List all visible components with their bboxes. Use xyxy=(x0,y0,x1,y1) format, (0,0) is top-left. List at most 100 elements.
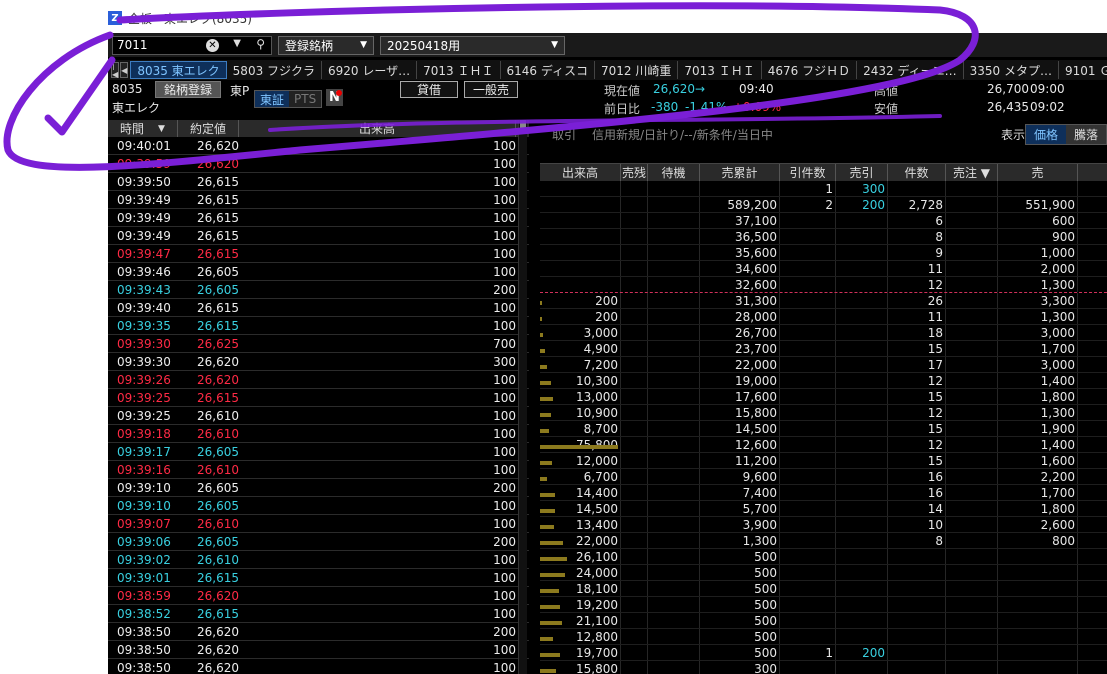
view-price-button[interactable]: 価格 xyxy=(1025,125,1066,144)
tick-row[interactable]: 09:38:52 26,615 100 xyxy=(108,605,529,623)
tick-row[interactable]: 09:38:50 26,620 100 xyxy=(108,659,529,674)
book-header-cell[interactable]: 待機 xyxy=(648,164,700,181)
book-header-cell[interactable]: 売引 xyxy=(836,164,888,181)
book-row[interactable]: 8,700 14,500 15 1,900 xyxy=(540,421,1107,437)
tick-row[interactable]: 09:39:49 26,615 100 xyxy=(108,227,529,245)
tick-row[interactable]: 09:38:50 26,620 200 xyxy=(108,623,529,641)
book-sell-order[interactable] xyxy=(946,597,998,612)
tick-row[interactable]: 09:39:16 26,610 100 xyxy=(108,461,529,479)
tick-row[interactable]: 09:39:06 26,605 200 xyxy=(108,533,529,551)
tick-row[interactable]: 09:39:25 26,610 100 xyxy=(108,407,529,425)
condition-label[interactable]: 信用新規/日計り/--/新条件/当日中 xyxy=(592,126,773,143)
stock-tab[interactable]: 7012 川崎重 xyxy=(595,61,679,79)
book-sell-order[interactable] xyxy=(946,501,998,516)
book-row[interactable]: 12,000 11,200 15 1,600 xyxy=(540,453,1107,469)
register-button[interactable]: 銘柄登録 xyxy=(155,81,221,98)
book-row[interactable]: 18,100 500 xyxy=(540,581,1107,597)
tick-row[interactable]: 09:39:46 26,605 100 xyxy=(108,263,529,281)
book-sell-order[interactable] xyxy=(946,293,998,308)
book-row[interactable]: 7,200 22,000 17 3,000 xyxy=(540,357,1107,373)
clear-icon[interactable]: ✕ xyxy=(206,38,219,52)
code-input[interactable]: 7011 ✕ ▼ ⚲ xyxy=(112,35,272,55)
book-sell-order[interactable] xyxy=(946,405,998,420)
market-pts-button[interactable]: PTS xyxy=(289,91,322,107)
tick-row[interactable]: 09:39:40 26,615 100 xyxy=(108,299,529,317)
book-header-cell[interactable]: 出来高 xyxy=(540,164,621,181)
tick-row[interactable]: 09:39:30 26,620 300 xyxy=(108,353,529,371)
book-row[interactable]: 21,100 500 xyxy=(540,613,1107,629)
tick-header-price[interactable]: 約定値 xyxy=(178,120,239,137)
view-change-button[interactable]: 騰落 xyxy=(1065,125,1106,144)
tick-row[interactable]: 09:40:01 26,620 100 xyxy=(108,137,529,155)
book-sell-order[interactable] xyxy=(946,469,998,484)
book-sell-order[interactable] xyxy=(946,341,998,356)
stock-tab[interactable]: 6146 ディスコ xyxy=(501,61,596,79)
book-sell-order[interactable] xyxy=(946,277,998,292)
book-sell-order[interactable] xyxy=(946,197,998,212)
stock-tab[interactable]: 8035 東エレク xyxy=(130,61,227,79)
book-sell-order[interactable] xyxy=(946,453,998,468)
news-icon[interactable]: N xyxy=(326,89,343,106)
tick-row[interactable]: 09:39:59 26,620 100 xyxy=(108,155,529,173)
list-select[interactable]: 登録銘柄 ▼ xyxy=(278,35,374,55)
tick-row[interactable]: 09:38:59 26,620 100 xyxy=(108,587,529,605)
book-header-cell[interactable]: 売累計 xyxy=(700,164,780,181)
tick-row[interactable]: 09:39:30 26,625 700 xyxy=(108,335,529,353)
stock-tab[interactable]: 3350 メタプ… xyxy=(964,61,1059,79)
book-sell-order[interactable] xyxy=(946,565,998,580)
scroll-thumb[interactable] xyxy=(520,120,526,134)
tick-row[interactable]: 09:39:35 26,615 100 xyxy=(108,317,529,335)
book-sell-order[interactable] xyxy=(946,181,998,196)
book-header-cell[interactable]: 売残 xyxy=(621,164,648,181)
date-select[interactable]: 20250418用 ▼ xyxy=(380,35,565,55)
stock-tab[interactable]: 7013 ＩＨＩ xyxy=(678,61,762,79)
book-sell-order[interactable] xyxy=(946,581,998,596)
book-row[interactable]: 19,200 500 xyxy=(540,597,1107,613)
book-row[interactable]: 4,900 23,700 15 1,700 xyxy=(540,341,1107,357)
book-sell-order[interactable] xyxy=(946,517,998,532)
book-sell-order[interactable] xyxy=(946,213,998,228)
book-sell-order[interactable] xyxy=(946,549,998,564)
book-row[interactable]: 37,100 6 600 xyxy=(540,213,1107,229)
book-sell-order[interactable] xyxy=(946,645,998,660)
stock-tab[interactable]: 6920 レーザ… xyxy=(322,61,418,79)
search-icon[interactable]: ⚲ xyxy=(256,37,265,51)
book-row[interactable]: 34,600 11 2,000 xyxy=(540,261,1107,277)
book-sell-order[interactable] xyxy=(946,437,998,452)
book-row[interactable]: 35,600 9 1,000 xyxy=(540,245,1107,261)
book-row[interactable]: 3,000 26,700 18 3,000 xyxy=(540,325,1107,341)
book-row[interactable]: 15,800 300 xyxy=(540,661,1107,674)
tick-row[interactable]: 09:38:50 26,620 100 xyxy=(108,641,529,659)
book-row[interactable]: 22,000 1,300 8 800 xyxy=(540,533,1107,549)
tick-row[interactable]: 09:39:47 26,615 100 xyxy=(108,245,529,263)
tick-row[interactable]: 09:39:10 26,605 200 xyxy=(108,479,529,497)
book-header-cell[interactable]: 売注 ▼ xyxy=(946,164,998,181)
book-row[interactable]: 14,400 7,400 16 1,700 xyxy=(540,485,1107,501)
book-sell-order[interactable] xyxy=(946,661,998,674)
book-row[interactable]: 19,700 500 1 200 xyxy=(540,645,1107,661)
stock-tab[interactable]: 5803 フジクラ xyxy=(227,61,323,79)
book-sell-order[interactable] xyxy=(946,325,998,340)
book-row[interactable]: 13,400 3,900 10 2,600 xyxy=(540,517,1107,533)
book-row[interactable]: 589,200 2 200 2,728 551,900 xyxy=(540,197,1107,213)
book-sell-order[interactable] xyxy=(946,309,998,324)
tick-scrollbar[interactable] xyxy=(518,120,527,674)
book-header-cell[interactable]: 売 xyxy=(998,164,1078,181)
book-sell-order[interactable] xyxy=(946,229,998,244)
book-row[interactable]: 10,300 19,000 12 1,400 xyxy=(540,373,1107,389)
book-sell-order[interactable] xyxy=(946,613,998,628)
book-sell-order[interactable] xyxy=(946,245,998,260)
tick-row[interactable]: 09:39:49 26,615 100 xyxy=(108,209,529,227)
book-row[interactable]: 13,000 17,600 15 1,800 xyxy=(540,389,1107,405)
book-row[interactable]: 14,500 5,700 14 1,800 xyxy=(540,501,1107,517)
tick-row[interactable]: 09:39:01 26,615 100 xyxy=(108,569,529,587)
stock-tab[interactable]: 7013 ＩＨＩ xyxy=(417,61,501,79)
tick-row[interactable]: 09:39:18 26,610 100 xyxy=(108,425,529,443)
book-row[interactable]: 32,600 12 1,300 xyxy=(540,277,1107,293)
tick-row[interactable]: 09:39:02 26,610 100 xyxy=(108,551,529,569)
general-sell-button[interactable]: 一般売 xyxy=(464,81,518,98)
tick-row[interactable]: 09:39:07 26,610 100 xyxy=(108,515,529,533)
book-row[interactable]: 26,100 500 xyxy=(540,549,1107,565)
book-row[interactable]: 200 28,000 11 1,300 xyxy=(540,309,1107,325)
book-sell-order[interactable] xyxy=(946,261,998,276)
